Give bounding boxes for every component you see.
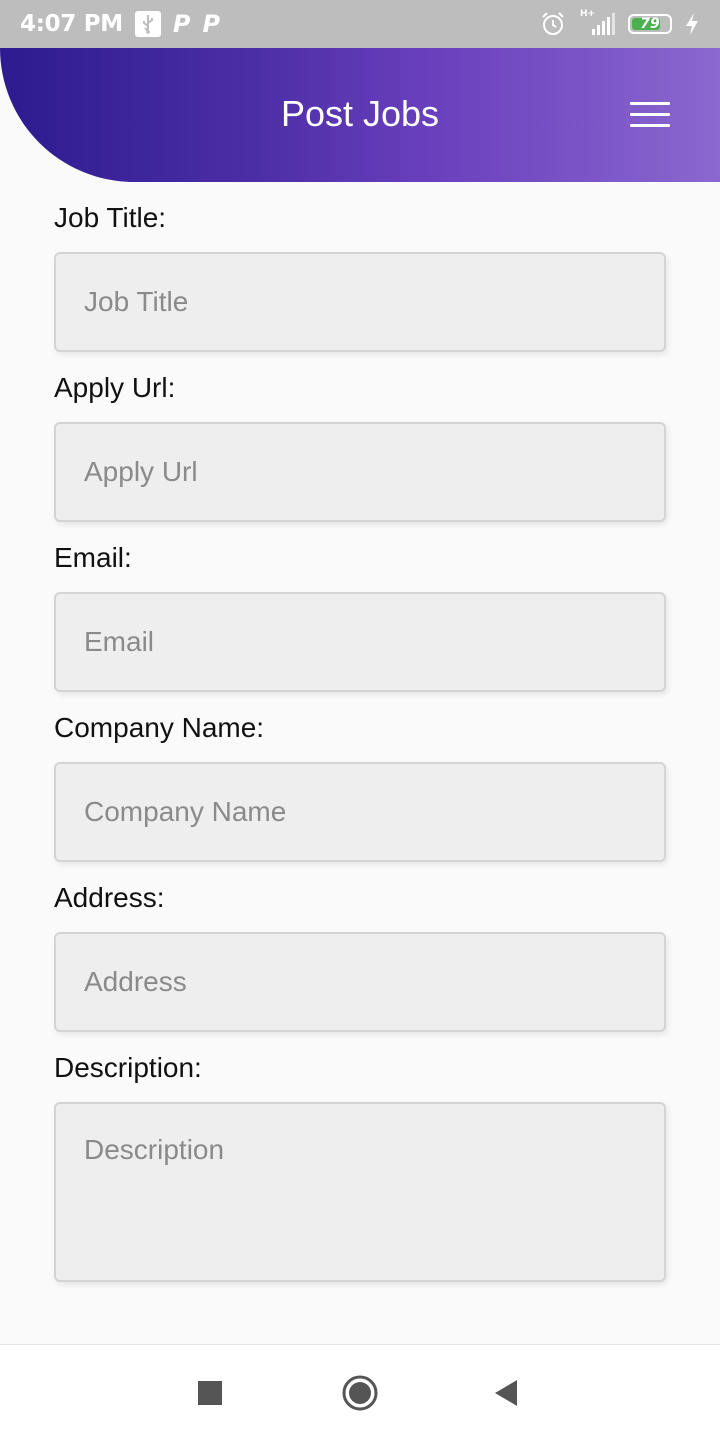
signal-icon: H+ xyxy=(578,9,616,37)
menu-bar-line xyxy=(630,124,670,127)
usb-icon xyxy=(134,11,161,37)
hamburger-menu-icon[interactable] xyxy=(630,102,670,132)
email-label: Email: xyxy=(54,542,132,573)
job-title-label: Job Title: xyxy=(54,202,167,233)
company-name-label: Company Name: xyxy=(54,712,265,743)
job-title-input[interactable] xyxy=(54,252,666,352)
p-app-icon: P xyxy=(202,10,221,38)
address-label: Address: xyxy=(54,882,165,913)
page-title: Post Jobs xyxy=(280,93,440,134)
alarm-icon xyxy=(542,12,564,35)
battery-level: 79 xyxy=(640,16,660,32)
description-textarea[interactable] xyxy=(54,1102,666,1282)
system-icons: H+ 79 xyxy=(540,9,700,37)
address-input[interactable] xyxy=(54,932,666,1032)
apply-url-input[interactable] xyxy=(54,422,666,522)
description-label: Description: xyxy=(54,1052,202,1083)
apply-url-label: Apply Url: xyxy=(54,372,176,403)
status-bar: 4:07 PM P P H+ 79 xyxy=(0,0,720,48)
menu-bar-line xyxy=(630,102,670,105)
battery-icon: 79 xyxy=(628,14,672,34)
home-circle-icon[interactable] xyxy=(320,1345,400,1441)
app-header: Post Jobs xyxy=(0,48,720,182)
menu-bar-line xyxy=(630,113,670,116)
email-input[interactable] xyxy=(54,592,666,692)
recents-square-icon[interactable] xyxy=(170,1345,250,1441)
back-triangle-icon[interactable] xyxy=(466,1345,546,1441)
system-nav-bar xyxy=(0,1344,720,1441)
p-app-icon: P xyxy=(172,10,191,38)
charging-icon xyxy=(686,13,698,35)
company-name-input[interactable] xyxy=(54,762,666,862)
notification-icons: P P xyxy=(134,10,221,38)
status-time: 4:07 PM xyxy=(20,11,123,37)
